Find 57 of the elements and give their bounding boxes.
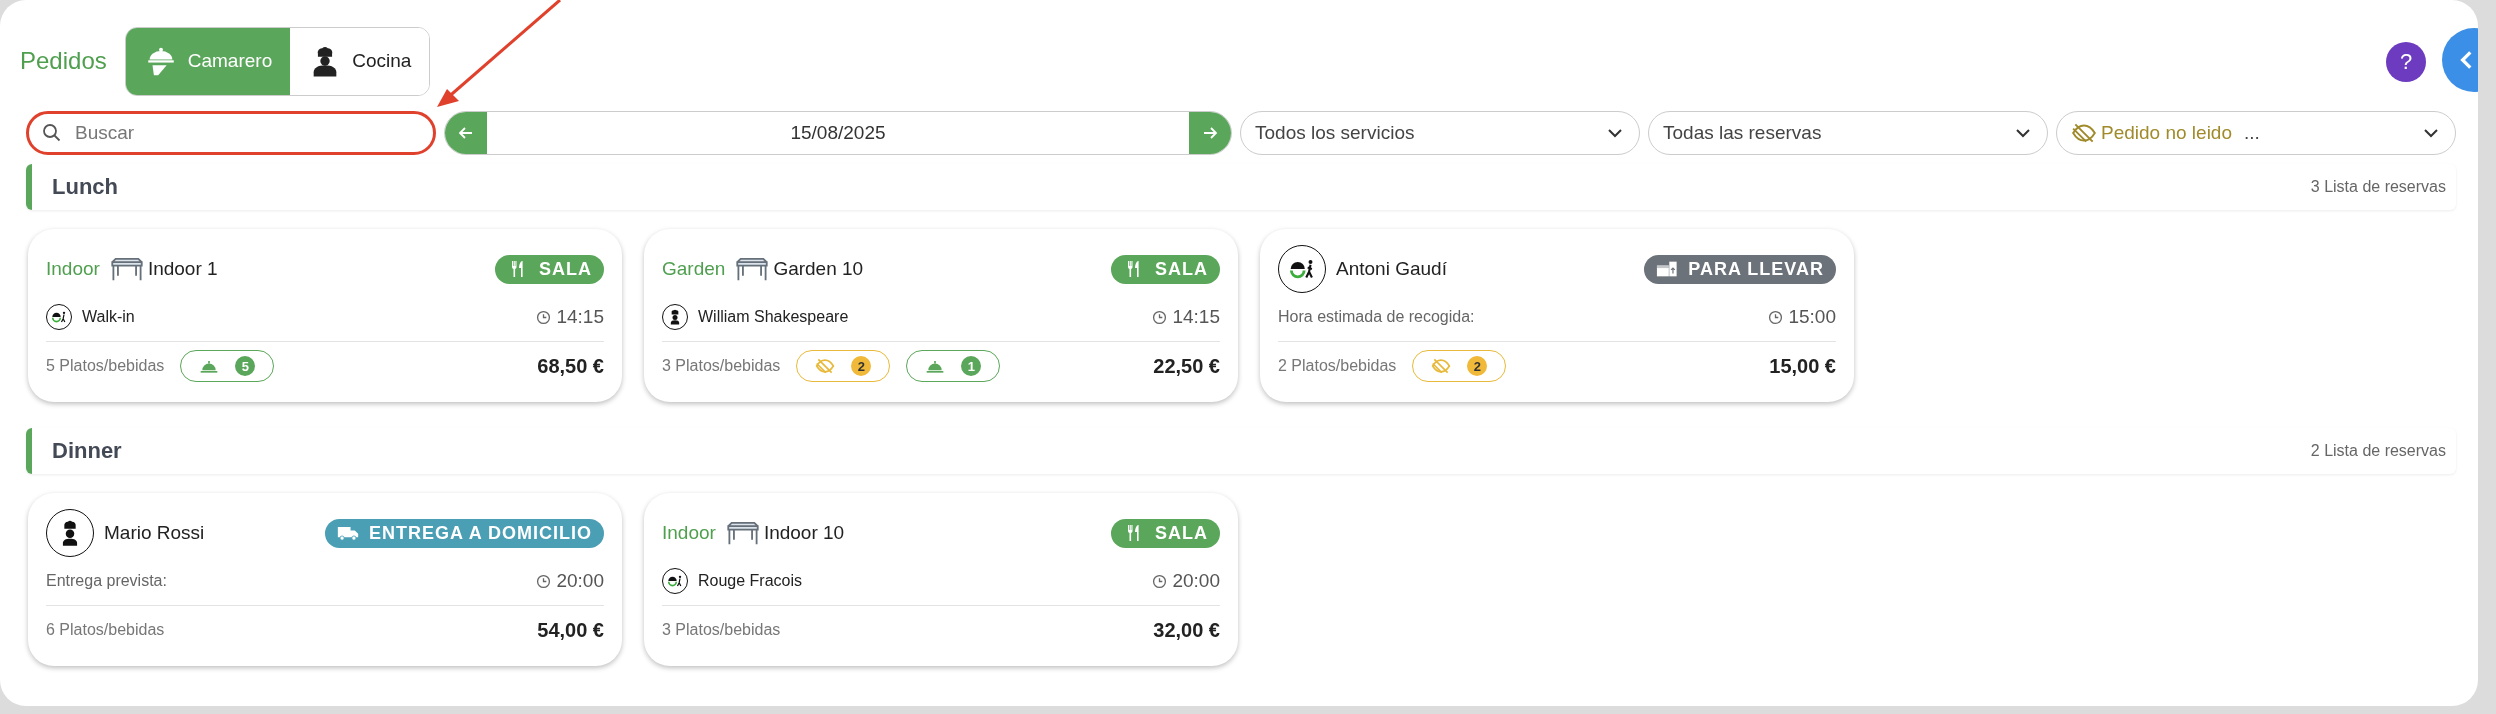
order-total: 15,00 € <box>1769 354 1836 378</box>
clock-icon <box>1152 309 1168 325</box>
order-time: 20:00 <box>1152 570 1220 592</box>
boxes-icon <box>1656 259 1679 279</box>
order-time: 14:15 <box>1152 306 1220 328</box>
table-icon <box>109 256 144 282</box>
item-count: 6 Platos/bebidas <box>46 621 165 639</box>
item-count: 2 Platos/bebidas <box>1278 357 1397 375</box>
customer-name: Rouge Fracois <box>698 572 803 590</box>
time-label: Hora estimada de recogida: <box>1278 308 1475 326</box>
eye-slash-icon <box>1431 356 1452 376</box>
table-name: Indoor 1 <box>147 258 218 280</box>
table-icon <box>725 520 760 546</box>
order-time: 20:00 <box>536 570 604 592</box>
help-button[interactable]: ? <box>2386 42 2426 82</box>
service-badge: SALA <box>1111 254 1220 284</box>
clock-icon <box>1152 573 1168 589</box>
order-card[interactable]: Antoni Gaudí PARA LLEVAR Hora estimada de recogida: 15:00 2 Platos/bebidas 2 15,00 € <box>1260 229 1854 402</box>
search-field[interactable]: Buscar <box>26 111 436 155</box>
clock-icon <box>536 309 552 325</box>
service-badge: PARA LLEVAR <box>1644 254 1836 284</box>
eye-slash-icon <box>815 356 836 376</box>
customer-name: Walk-in <box>82 308 135 326</box>
order-total: 22,50 € <box>1153 354 1220 378</box>
order-time: 15:00 <box>1768 306 1836 328</box>
zone-label: Indoor <box>662 522 716 544</box>
section-title: Lunch <box>52 174 118 200</box>
item-count: 3 Platos/bebidas <box>662 357 781 375</box>
search-icon <box>42 123 62 143</box>
order-total: 68,50 € <box>537 354 604 378</box>
customer-name: William Shakespeare <box>698 308 849 326</box>
order-time: 14:15 <box>536 306 604 328</box>
item-count: 5 Platos/bebidas <box>46 357 165 375</box>
clock-icon <box>1768 309 1784 325</box>
item-count: 3 Platos/bebidas <box>662 621 781 639</box>
order-card[interactable]: Mario Rossi ENTREGA A DOMICILIO Entrega prevista: 20:00 6 Platos/bebidas 54,00 € <box>28 493 622 666</box>
section-title: Dinner <box>52 438 122 464</box>
order-card[interactable]: Indoor Indoor 1 SALA Walk-in 14:15 5 Platos/bebidas 5 68,50 € <box>28 229 622 402</box>
service-badge: SALA <box>495 254 604 284</box>
time-label: Entrega prevista: <box>46 572 167 590</box>
order-total: 32,00 € <box>1153 618 1220 642</box>
page-title: Pedidos <box>20 47 107 75</box>
reservation-count: 3 Lista de reservas <box>2310 178 2446 196</box>
order-total: 54,00 € <box>537 618 604 642</box>
service-badge: SALA <box>1111 518 1220 548</box>
table-name: Indoor 10 <box>763 522 845 544</box>
table-name: Garden 10 <box>773 258 864 280</box>
order-card[interactable]: Garden Garden 10 SALA William Shakespeare 14:15 3 Platos/bebidas 2 1 22,50 € <box>644 229 1238 402</box>
customer-name: Mario Rossi <box>104 522 205 544</box>
order-card[interactable]: Indoor Indoor 10 SALA Rouge Fracois 20:00 3 Platos/bebidas 32,00 € <box>644 493 1238 666</box>
clock-icon <box>536 573 552 589</box>
zone-label: Garden <box>662 258 726 280</box>
service-badge: ENTREGA A DOMICILIO <box>325 518 604 548</box>
table-icon <box>735 256 770 282</box>
zone-label: Indoor <box>46 258 100 280</box>
reservation-count: 2 Lista de reservas <box>2310 442 2446 460</box>
customer-name: Antoni Gaudí <box>1336 258 1447 280</box>
